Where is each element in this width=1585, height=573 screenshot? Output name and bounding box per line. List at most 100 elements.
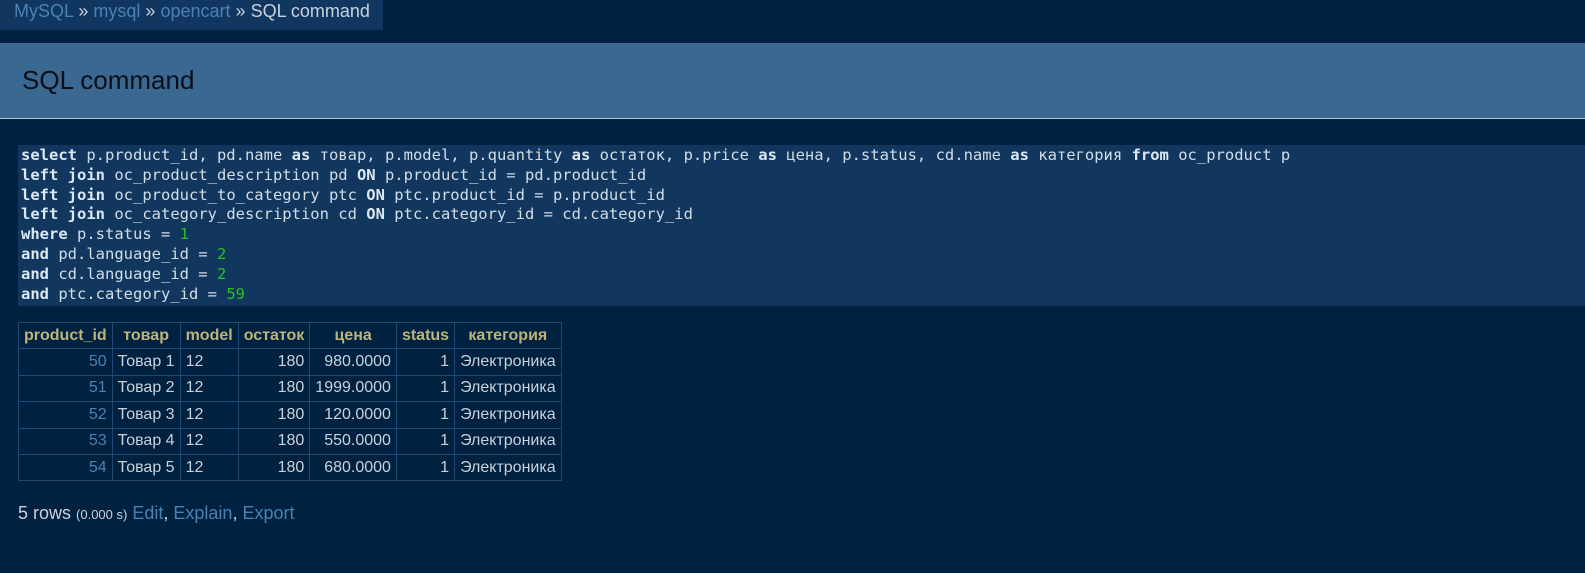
- sql-text: категория: [1028, 146, 1132, 164]
- sql-keyword: and: [21, 284, 49, 303]
- table-row: 51 Товар 2 12 180 1999.0000 1 Электроника: [18, 374, 562, 403]
- sql-line: left join oc_category_description cd ON …: [21, 205, 1582, 225]
- sql-text: p.product_id, pd.name: [77, 146, 292, 164]
- sql-line: and cd.language_id = 2: [21, 265, 1582, 285]
- sql-number: 2: [216, 244, 227, 263]
- sql-keyword: where: [21, 225, 68, 244]
- table-cell: 1: [395, 427, 456, 455]
- breadcrumb-separator: »: [78, 1, 89, 21]
- sql-line: and ptc.category_id = 59: [21, 285, 1582, 305]
- table-cell: 12: [179, 401, 239, 429]
- table-cell: 1999.0000: [309, 374, 397, 403]
- breadcrumb-link-server[interactable]: mysql: [93, 1, 140, 21]
- table-row: 50 Товар 1 12 180 980.0000 1 Электроника: [18, 348, 562, 376]
- sql-text: ptc.category_id =: [49, 284, 227, 303]
- column-header: цена: [309, 321, 397, 350]
- table-cell: Электроника: [454, 348, 562, 376]
- breadcrumb: MySQL » mysql » opencart » SQL command: [0, 0, 383, 30]
- sql-text: cd.language_id =: [49, 264, 217, 283]
- sql-text: остаток, p.price: [590, 146, 759, 164]
- sql-text: pd.language_id =: [49, 244, 217, 263]
- sql-text: ptc.category_id = cd.category_id: [384, 205, 693, 224]
- export-link[interactable]: Export: [242, 503, 294, 523]
- page-header: SQL command: [0, 43, 1585, 119]
- column-header: товар: [111, 321, 181, 350]
- result-table: product_id товар model остаток цена status кат…: [18, 321, 562, 482]
- sql-keyword: left join: [21, 165, 105, 184]
- table-cell: 12: [179, 427, 239, 455]
- breadcrumb-separator: »: [145, 1, 156, 21]
- column-header: product_id: [18, 321, 113, 350]
- column-header: остаток: [237, 321, 311, 350]
- sql-line: select p.product_id, pd.name as товар, p…: [21, 146, 1582, 166]
- table-cell: 180: [237, 374, 311, 403]
- query-time: (0.000 s): [76, 507, 128, 522]
- table-cell: 12: [179, 453, 239, 482]
- table-cell: 980.0000: [309, 348, 397, 376]
- product-id-link[interactable]: 53: [18, 427, 113, 455]
- table-cell: Товар 3: [111, 401, 181, 429]
- sql-number: 1: [179, 225, 189, 244]
- table-cell: Товар 1: [111, 348, 181, 376]
- sql-keyword: as: [758, 146, 777, 164]
- product-id-link[interactable]: 51: [18, 374, 113, 403]
- sql-keyword: ON: [356, 165, 376, 184]
- sql-line: where p.status = 1: [21, 225, 1582, 245]
- table-cell: Товар 5: [111, 453, 181, 482]
- sql-text: oc_product p: [1168, 146, 1291, 164]
- sql-number: 59: [226, 284, 245, 303]
- sql-text: p.product_id = pd.product_id: [375, 165, 647, 184]
- product-id-link[interactable]: 50: [18, 348, 113, 376]
- sql-keyword: as: [1010, 146, 1029, 164]
- sql-keyword: left join: [21, 205, 105, 224]
- sql-query-display[interactable]: select p.product_id, pd.name as товар, p…: [18, 145, 1585, 306]
- column-header: model: [179, 321, 239, 350]
- sql-keyword: select: [21, 146, 77, 164]
- sql-number: 2: [216, 264, 227, 283]
- sql-text: ptc.product_id = p.product_id: [384, 185, 665, 204]
- sql-text: p.status =: [67, 225, 180, 244]
- table-cell: Электроника: [454, 374, 562, 403]
- edit-link[interactable]: Edit: [132, 503, 163, 523]
- sql-line: left join oc_product_to_category ptc ON …: [21, 186, 1582, 206]
- sql-keyword: and: [21, 264, 49, 283]
- table-row: 52 Товар 3 12 180 120.0000 1 Электроника: [18, 401, 562, 429]
- table-cell: 120.0000: [309, 401, 397, 429]
- table-cell: 1: [395, 401, 456, 429]
- table-cell: 12: [179, 374, 239, 403]
- sql-text: товар, p.model, p.quantity: [310, 146, 572, 164]
- product-id-link[interactable]: 52: [18, 401, 113, 429]
- table-cell: 180: [237, 401, 311, 429]
- table-cell: 12: [179, 348, 239, 376]
- sql-text: цена, p.status, cd.name: [776, 146, 1011, 164]
- sql-text: oc_product_description pd: [105, 165, 357, 184]
- table-cell: Товар 4: [111, 427, 181, 455]
- sql-keyword: from: [1131, 146, 1169, 164]
- sql-text: oc_category_description cd: [105, 205, 367, 224]
- table-cell: 680.0000: [309, 453, 397, 482]
- table-cell: 180: [237, 453, 311, 482]
- result-footer: 5 rows (0.000 s) Edit, Explain, Export: [18, 503, 295, 523]
- sql-keyword: left join: [21, 185, 105, 204]
- table-row: 53 Товар 4 12 180 550.0000 1 Электроника: [18, 427, 562, 455]
- breadcrumb-separator: »: [235, 1, 246, 21]
- column-header: категория: [454, 321, 562, 350]
- table-cell: 1: [395, 453, 456, 482]
- sql-text: oc_product_to_category ptc: [105, 185, 367, 204]
- sql-keyword: as: [291, 146, 311, 164]
- breadcrumb-current: SQL command: [250, 1, 370, 21]
- breadcrumb-link-database[interactable]: opencart: [160, 1, 230, 21]
- product-id-link[interactable]: 54: [18, 453, 113, 482]
- table-cell: Электроника: [454, 453, 562, 482]
- table-cell: 1: [395, 374, 456, 403]
- table-cell: 1: [395, 348, 456, 376]
- page-title: SQL command: [22, 65, 195, 95]
- sql-keyword: and: [21, 244, 49, 263]
- table-cell: Товар 2: [111, 374, 181, 403]
- table-header-row: product_id товар model остаток цена status кат…: [18, 321, 562, 350]
- table-cell: 180: [237, 427, 311, 455]
- breadcrumb-link-mysql[interactable]: MySQL: [14, 1, 73, 21]
- sql-keyword: ON: [366, 205, 385, 224]
- table-cell: 180: [237, 348, 311, 376]
- explain-link[interactable]: Explain: [173, 503, 232, 523]
